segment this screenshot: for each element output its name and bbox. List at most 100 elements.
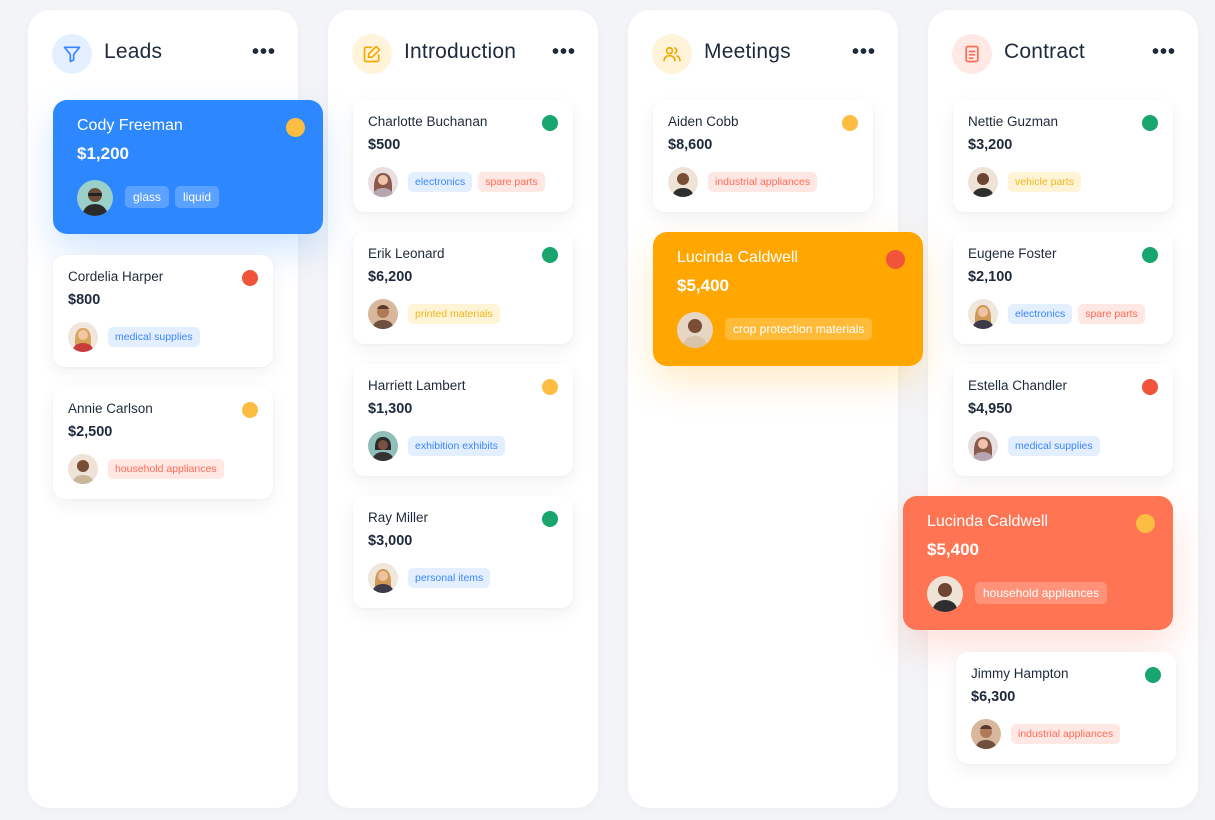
contact-name: Estella Chandler bbox=[968, 378, 1068, 393]
more-options-button[interactable]: ••• bbox=[252, 42, 276, 62]
deal-card[interactable]: Lucinda Caldwell $5,400 household applia… bbox=[903, 496, 1173, 630]
deal-card[interactable]: Estella Chandler $4,950 medical supplies bbox=[953, 364, 1173, 476]
more-options-button[interactable]: ••• bbox=[852, 42, 876, 62]
deal-card[interactable]: Nettie Guzman $3,200 vehicle parts bbox=[953, 100, 1173, 212]
deal-amount: $3,200 bbox=[968, 137, 1013, 153]
status-dot bbox=[1142, 115, 1158, 131]
column-header-leads: Leads ••• bbox=[52, 34, 278, 74]
contact-name: Erik Leonard bbox=[368, 246, 445, 261]
status-dot bbox=[1145, 667, 1161, 683]
avatar bbox=[971, 719, 1001, 749]
tag-list: industrial appliances bbox=[708, 172, 818, 192]
contact-name: Harriett Lambert bbox=[368, 378, 466, 393]
contact-name: Aiden Cobb bbox=[668, 114, 739, 129]
deal-amount: $3,000 bbox=[368, 533, 413, 549]
deal-card[interactable]: Annie Carlson $2,500 household appliance… bbox=[53, 387, 273, 499]
tag: electronics bbox=[1008, 304, 1073, 324]
tag-list: industrial appliances bbox=[1011, 724, 1121, 744]
deal-amount: $2,100 bbox=[968, 269, 1013, 285]
avatar bbox=[968, 167, 998, 197]
column-header-introduction: Introduction ••• bbox=[352, 34, 578, 74]
tag-list: printed materials bbox=[408, 304, 500, 324]
tag-list: glass liquid bbox=[125, 186, 220, 208]
column-header-meetings: Meetings ••• bbox=[652, 34, 878, 74]
avatar bbox=[677, 312, 713, 348]
deal-card[interactable]: Erik Leonard $6,200 printed materials bbox=[353, 232, 573, 344]
contact-name: Ray Miller bbox=[368, 510, 429, 525]
contact-name: Eugene Foster bbox=[968, 246, 1057, 261]
tag: household appliances bbox=[975, 582, 1108, 604]
column-title: Contract bbox=[1004, 40, 1085, 63]
kanban-board: Leads ••• Introduction ••• Meetings ••• bbox=[0, 0, 1215, 820]
avatar bbox=[927, 576, 963, 612]
tag: exhibition exhibits bbox=[408, 436, 505, 456]
tag-list: household appliances bbox=[108, 459, 224, 479]
status-dot bbox=[842, 115, 858, 131]
deal-amount: $1,200 bbox=[77, 144, 129, 163]
contact-name: Annie Carlson bbox=[68, 401, 153, 416]
status-dot bbox=[242, 402, 258, 418]
users-icon bbox=[652, 34, 692, 74]
tag-list: electronics spare parts bbox=[1008, 304, 1145, 324]
avatar bbox=[368, 563, 398, 593]
status-dot bbox=[542, 247, 558, 263]
avatar bbox=[368, 299, 398, 329]
tag: medical supplies bbox=[108, 327, 200, 347]
tag-list: medical supplies bbox=[108, 327, 200, 347]
funnel-icon bbox=[52, 34, 92, 74]
deal-card[interactable]: Cordelia Harper $800 medical supplies bbox=[53, 255, 273, 367]
deal-card[interactable]: Charlotte Buchanan $500 electronics spar… bbox=[353, 100, 573, 212]
status-dot bbox=[542, 511, 558, 527]
status-dot bbox=[242, 270, 258, 286]
status-dot bbox=[886, 250, 905, 269]
tag-list: exhibition exhibits bbox=[408, 436, 505, 456]
contact-name: Charlotte Buchanan bbox=[368, 114, 488, 129]
deal-card[interactable]: Eugene Foster $2,100 electronics spare p… bbox=[953, 232, 1173, 344]
status-dot bbox=[286, 118, 305, 137]
column-title: Leads bbox=[104, 40, 163, 63]
deal-amount: $5,400 bbox=[677, 276, 729, 295]
tag-list: personal items bbox=[408, 568, 491, 588]
avatar bbox=[968, 431, 998, 461]
contact-name: Cody Freeman bbox=[77, 117, 183, 134]
column-title: Introduction bbox=[404, 40, 517, 63]
status-dot bbox=[1142, 379, 1158, 395]
status-dot bbox=[542, 379, 558, 395]
deal-card[interactable]: Ray Miller $3,000 personal items bbox=[353, 496, 573, 608]
deal-card[interactable]: Aiden Cobb $8,600 industrial appliances bbox=[653, 100, 873, 212]
avatar bbox=[68, 322, 98, 352]
contact-name: Lucinda Caldwell bbox=[677, 249, 798, 266]
deal-amount: $5,400 bbox=[927, 540, 979, 559]
contact-name: Jimmy Hampton bbox=[971, 666, 1069, 681]
deal-amount: $1,300 bbox=[368, 401, 413, 417]
deal-card[interactable]: Lucinda Caldwell $5,400 crop protection … bbox=[653, 232, 923, 366]
deal-card[interactable]: Cody Freeman $1,200 glass liquid bbox=[53, 100, 323, 234]
tag: spare parts bbox=[1078, 304, 1145, 324]
avatar bbox=[968, 299, 998, 329]
deal-amount: $8,600 bbox=[668, 137, 713, 153]
deal-card[interactable]: Harriett Lambert $1,300 exhibition exhib… bbox=[353, 364, 573, 476]
tag: crop protection materials bbox=[725, 318, 873, 340]
tag: industrial appliances bbox=[708, 172, 818, 192]
more-options-button[interactable]: ••• bbox=[1152, 42, 1176, 62]
avatar bbox=[77, 180, 113, 216]
tag-list: electronics spare parts bbox=[408, 172, 545, 192]
status-dot bbox=[1142, 247, 1158, 263]
deal-amount: $4,950 bbox=[968, 401, 1013, 417]
more-options-button[interactable]: ••• bbox=[552, 42, 576, 62]
deal-amount: $6,200 bbox=[368, 269, 413, 285]
contact-name: Lucinda Caldwell bbox=[927, 513, 1048, 530]
tag: personal items bbox=[408, 568, 491, 588]
document-icon bbox=[952, 34, 992, 74]
tag: glass bbox=[125, 186, 170, 208]
tag: spare parts bbox=[478, 172, 545, 192]
tag: household appliances bbox=[108, 459, 224, 479]
tag-list: household appliances bbox=[975, 582, 1108, 604]
tag: electronics bbox=[408, 172, 473, 192]
column-title: Meetings bbox=[704, 40, 791, 63]
avatar bbox=[668, 167, 698, 197]
deal-card[interactable]: Jimmy Hampton $6,300 industrial applianc… bbox=[956, 652, 1176, 764]
contact-name: Nettie Guzman bbox=[968, 114, 1059, 129]
tag-list: crop protection materials bbox=[725, 318, 873, 340]
tag-list: vehicle parts bbox=[1008, 172, 1081, 192]
